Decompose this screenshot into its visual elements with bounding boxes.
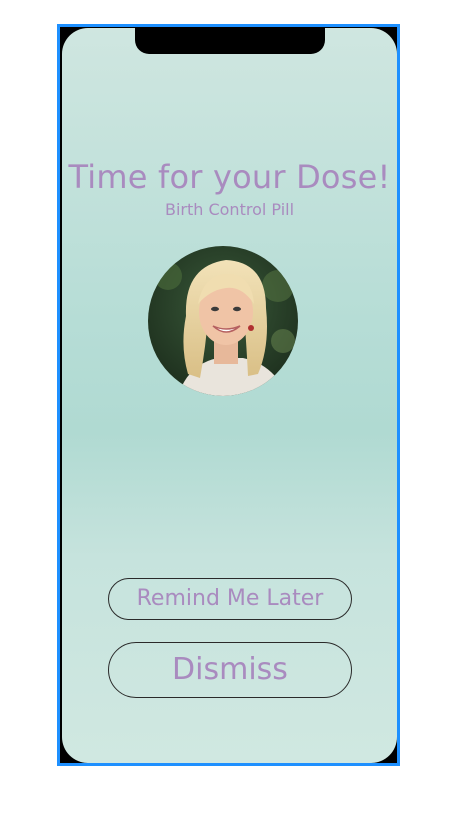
phone-screen: Time for your Dose! Birth Control Pill R… — [62, 28, 397, 763]
avatar — [148, 246, 298, 396]
device-notch — [135, 28, 325, 54]
medication-name: Birth Control Pill — [164, 200, 295, 219]
avatar-photo — [148, 246, 298, 396]
dismiss-button[interactable]: Dismiss — [108, 642, 352, 698]
remind-later-button[interactable]: Remind Me Later — [108, 578, 352, 620]
reminder-title: Time for your Dose! — [68, 158, 391, 196]
